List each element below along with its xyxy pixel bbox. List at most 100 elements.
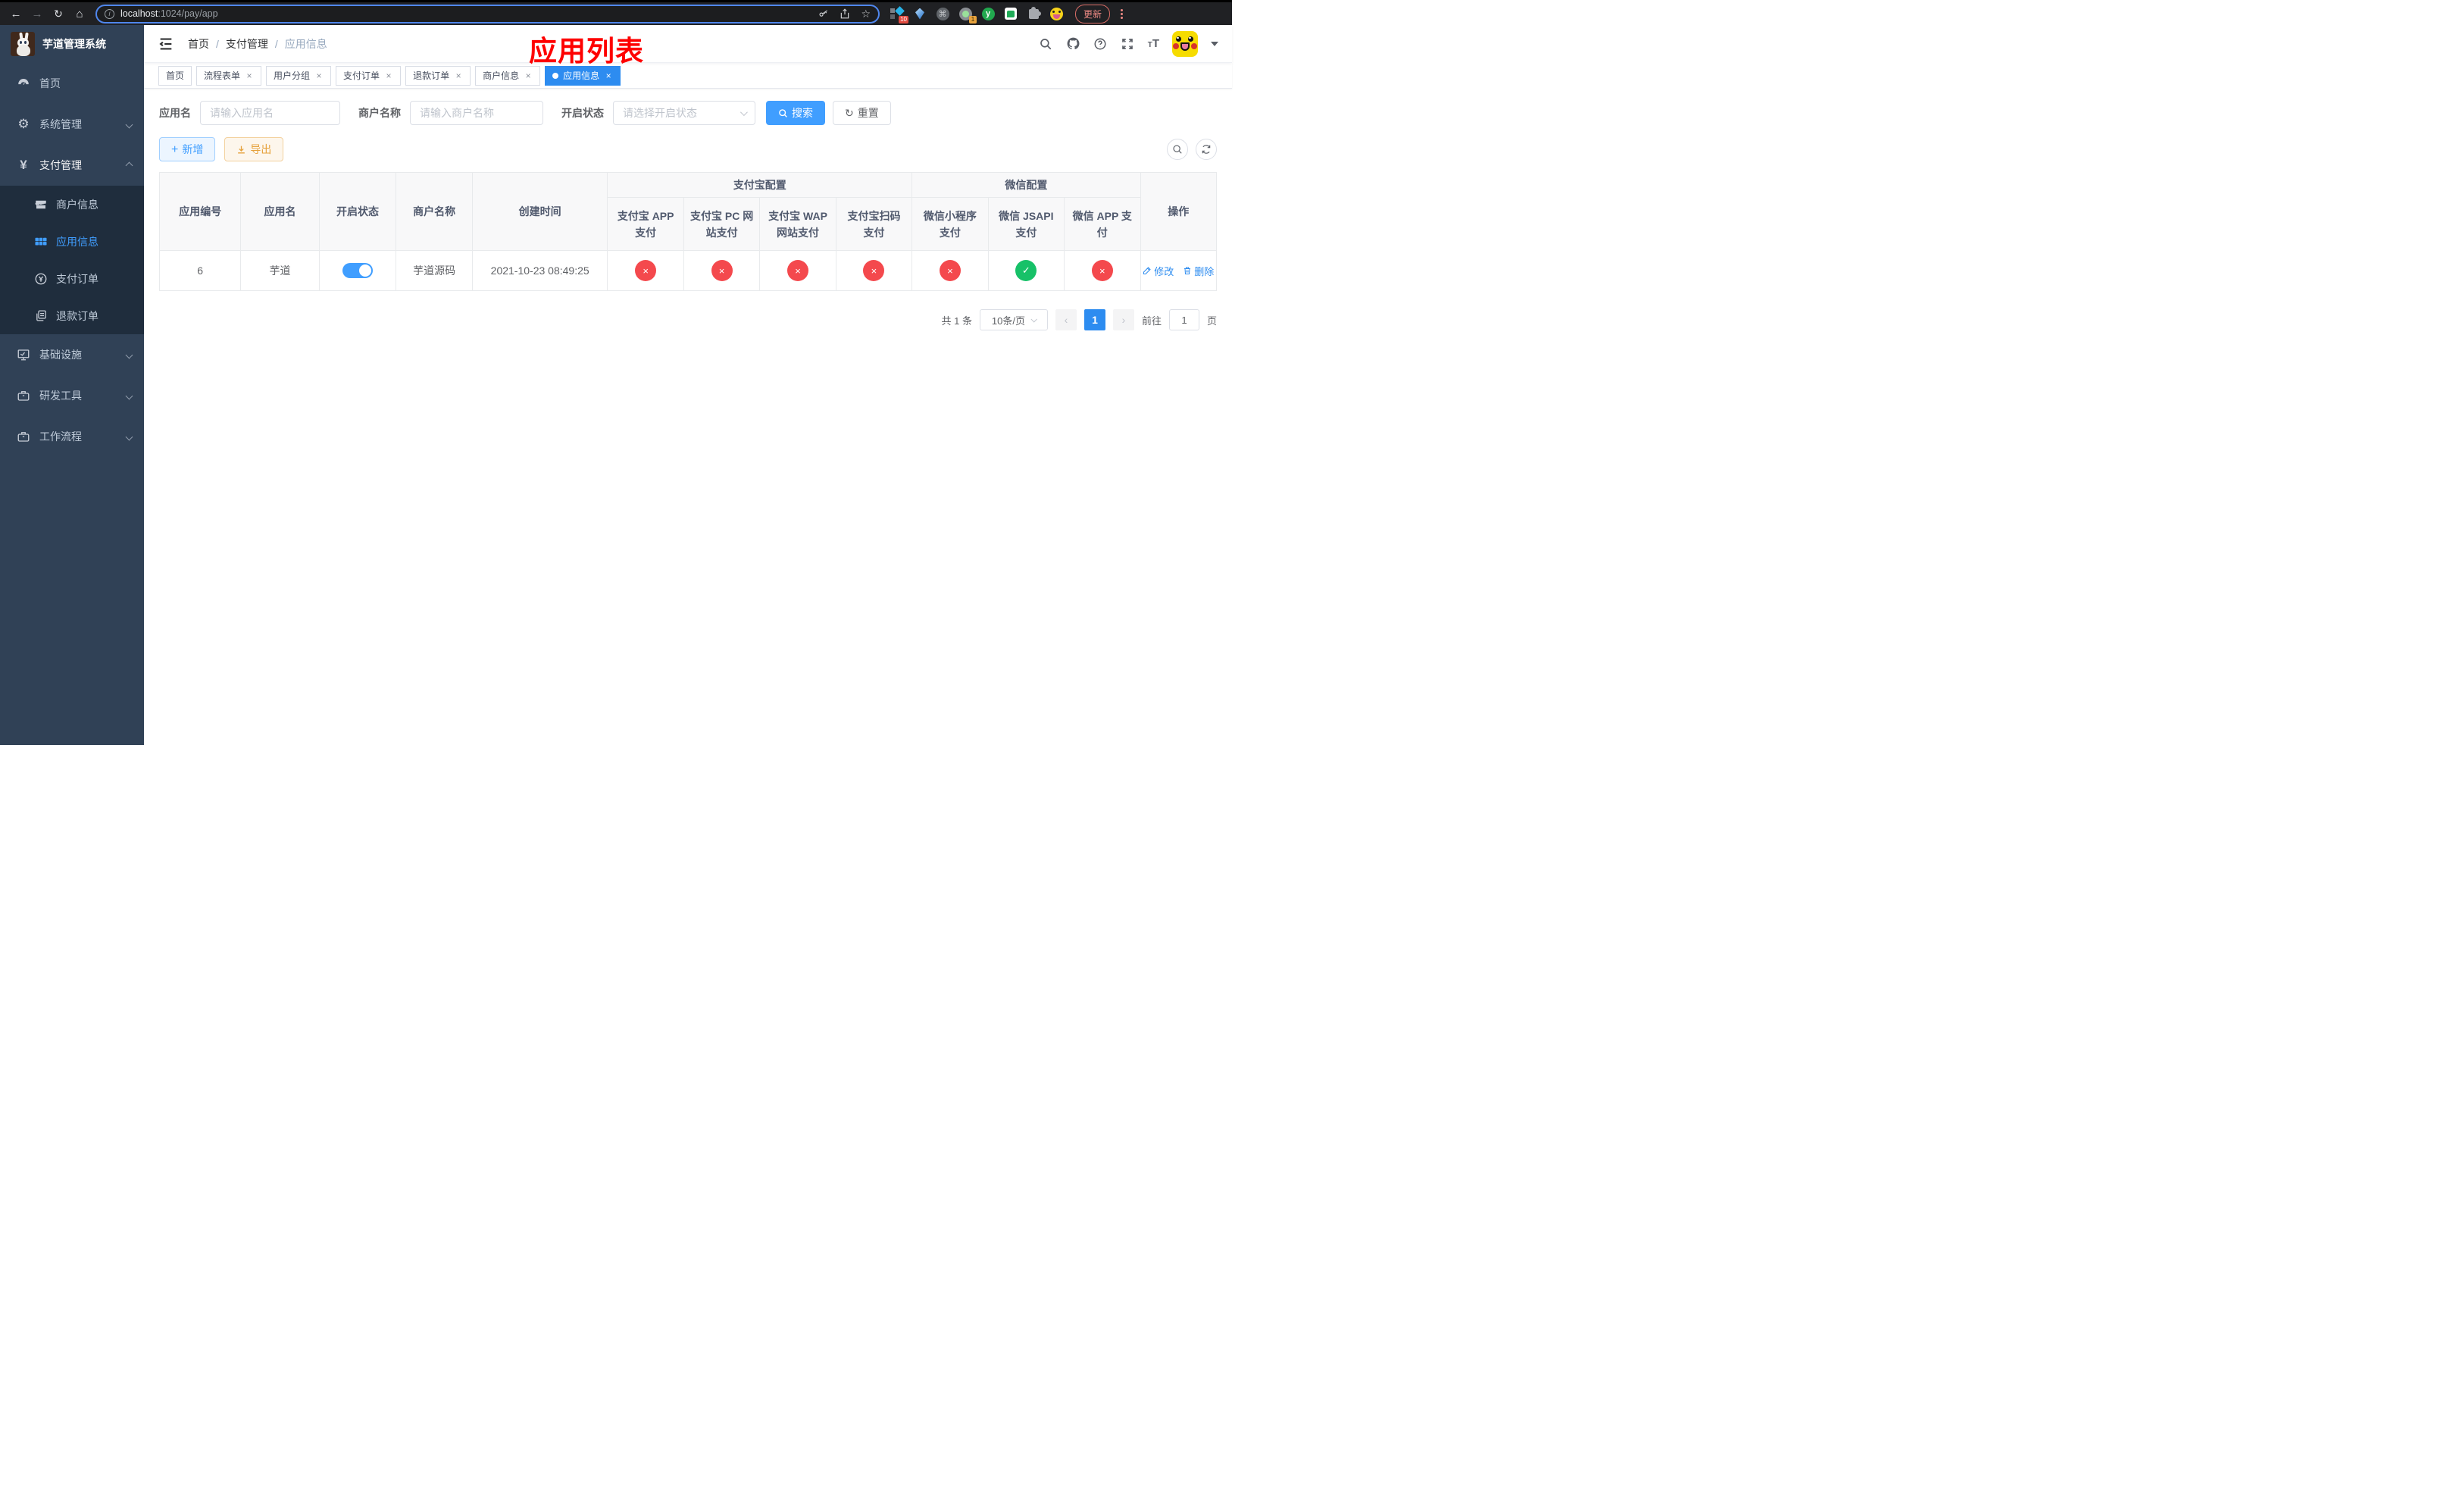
extension-command-icon[interactable] [936,7,949,20]
close-icon[interactable] [314,70,324,81]
reset-button[interactable]: 重置 [833,101,891,125]
site-info-icon[interactable] [105,8,114,19]
annotation-title: 应用列表 [529,36,644,67]
sidebar-item-devtools[interactable]: 研发工具 [0,375,144,416]
browser-forward-button[interactable] [29,5,45,22]
font-size-icon[interactable]: TT [1148,37,1159,50]
breadcrumb-section: 支付管理 [225,37,268,50]
extension-badge-orange: 1 [969,16,977,23]
add-button[interactable]: 新增 [159,137,216,161]
prev-page-button[interactable] [1055,309,1077,330]
app-logo-row[interactable]: 芋道管理系统 [0,25,144,63]
col-header-status: 开启状态 [318,172,397,251]
help-icon[interactable] [1093,36,1108,51]
browser-home-button[interactable] [71,5,88,22]
sidebar-item-merchant-info[interactable]: 商户信息 [0,186,144,223]
edit-link[interactable]: 修改 [1143,264,1174,278]
sidebar-item-label: 工作流程 [39,430,82,443]
refresh-icon [845,107,854,120]
url-path: :1024/pay/app [158,8,218,19]
password-key-icon[interactable] [818,8,829,19]
document-icon [33,309,48,322]
fullscreen-icon[interactable] [1121,36,1135,51]
tab-pay-order[interactable]: 支付订单 [336,65,402,86]
edit-pencil-icon [1143,267,1151,274]
close-icon[interactable] [384,70,393,81]
status-select[interactable]: 请选择开启状态 [613,101,755,125]
extension-recorder-icon[interactable]: 1 [958,7,977,23]
extension-kite-icon[interactable] [913,7,927,20]
extension-emoji-icon[interactable] [1049,7,1063,20]
sidebar-item-pay-order[interactable]: 支付订单 [0,260,144,297]
github-icon[interactable] [1066,36,1080,51]
user-menu-caret-icon[interactable] [1211,41,1218,46]
chevron-down-icon [125,121,133,128]
sidebar-item-workflow[interactable]: 工作流程 [0,416,144,457]
refresh-table-button[interactable] [1196,139,1217,160]
col-group-alipay: 支付宝配置 [607,172,913,198]
search-button[interactable]: 搜索 [766,101,825,125]
tab-home[interactable]: 首页 [158,65,192,86]
tags-view-bar: 首页 流程表单 用户分组 支付订单 退款订单 商户信息 应用信息 [144,63,1232,89]
browser-menu-button[interactable] [1116,8,1127,19]
goto-page-input[interactable] [1168,309,1199,330]
app-name-input[interactable] [200,101,340,125]
plus-icon [171,143,178,156]
toggle-search-button[interactable] [1167,139,1188,160]
page-size-select[interactable]: 10条/页 [979,309,1048,330]
sidebar-item-infra[interactable]: 基础设施 [0,334,144,375]
close-icon[interactable] [454,70,463,81]
browser-reload-button[interactable] [50,5,67,22]
sidebar-item-home[interactable]: 首页 [0,63,144,104]
col-header-created: 创建时间 [471,172,608,251]
enabled-toggle[interactable] [342,263,374,278]
col-header-wx-jsapi: 微信 JSAPI 支付 [987,197,1065,251]
tab-process-form[interactable]: 流程表单 [196,65,262,86]
col-header-wx-mini: 微信小程序支付 [911,197,989,251]
merchant-name-label: 商户名称 [358,107,401,119]
tab-user-group[interactable]: 用户分组 [266,65,332,86]
next-page-button[interactable] [1112,309,1134,330]
sidebar-item-refund-order[interactable]: 退款订单 [0,297,144,334]
search-icon [1173,145,1182,154]
filter-form: 应用名 商户名称 开启状态 请选择开启状态 搜索 重置 [159,101,1217,125]
address-bar[interactable]: localhost :1024/pay/app [95,4,880,23]
share-icon[interactable] [840,8,850,19]
extension-chat-icon[interactable] [1004,7,1018,20]
delete-link[interactable]: 删除 [1183,264,1214,278]
browser-back-button[interactable] [8,5,24,22]
extension-sidebar-icon[interactable]: 10 [890,6,908,23]
bookmark-star-icon[interactable] [861,8,871,20]
goto-label: 前往 [1141,315,1162,327]
sidebar-item-label: 应用信息 [56,235,98,248]
collapse-sidebar-icon[interactable] [158,36,174,52]
search-icon[interactable] [1039,36,1053,51]
chevron-down-icon [125,392,133,399]
status-wx-mini: × [939,260,961,281]
export-button[interactable]: 导出 [224,137,284,161]
sidebar: 芋道管理系统 首页 系统管理 ¥ 支付管理 商户信息 [0,25,144,745]
extension-y-icon[interactable]: y [981,7,995,20]
extensions-puzzle-icon[interactable] [1027,6,1041,20]
coin-icon [33,272,48,286]
sidebar-item-app-info[interactable]: 应用信息 [0,223,144,260]
close-icon[interactable] [524,70,533,81]
col-header-app-name: 应用名 [240,172,320,251]
breadcrumb-home[interactable]: 首页 [188,36,209,52]
page-number-button[interactable]: 1 [1083,309,1105,330]
page-content: 应用名 商户名称 开启状态 请选择开启状态 搜索 重置 [144,89,1232,745]
navbar-actions: TT [1039,30,1218,57]
cell-created: 2021-10-23 08:49:25 [471,250,608,291]
browser-update-button[interactable]: 更新 [1075,4,1111,23]
user-avatar[interactable] [1172,30,1198,57]
pagination: 共 1 条 10条/页 1 前往 页 [159,309,1217,330]
sidebar-item-system[interactable]: 系统管理 [0,104,144,145]
close-icon[interactable] [604,70,613,81]
close-icon[interactable] [245,70,254,81]
tab-refund-order[interactable]: 退款订单 [405,65,471,86]
status-alipay-pc: × [711,260,733,281]
merchant-name-input[interactable] [410,101,543,125]
chevron-down-icon [740,108,748,116]
sidebar-item-payment[interactable]: ¥ 支付管理 [0,145,144,186]
page-unit-label: 页 [1206,315,1217,327]
